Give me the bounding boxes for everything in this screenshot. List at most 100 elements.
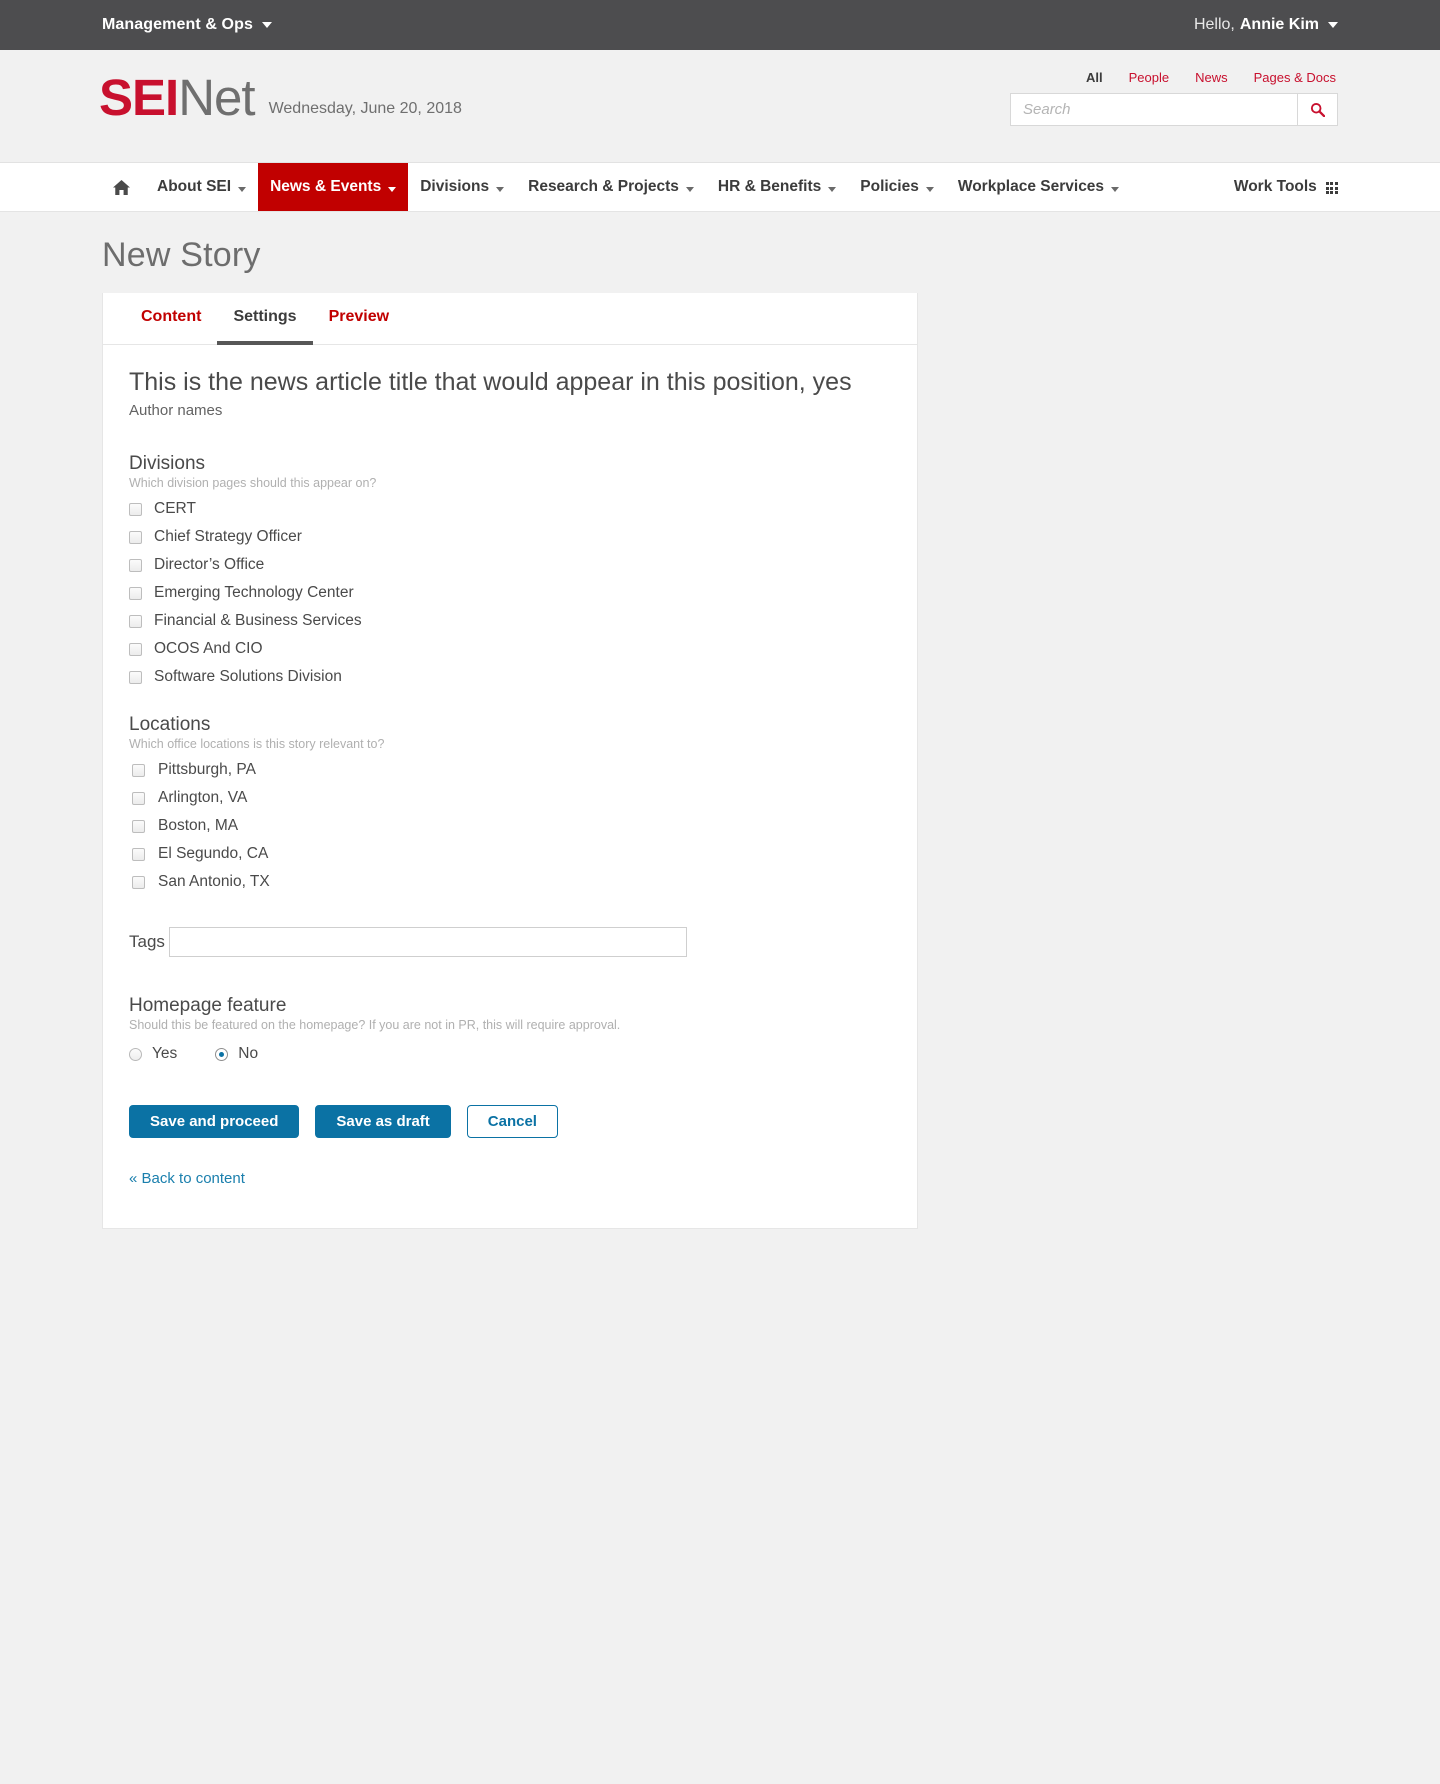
nav-item-hr-benefits[interactable]: HR & Benefits	[706, 163, 848, 211]
site-logo[interactable]: SEINet	[99, 69, 256, 126]
checkbox-icon[interactable]	[132, 819, 145, 833]
checkbox-icon[interactable]	[129, 614, 142, 628]
locations-field-group: Locations Which office locations is this…	[129, 714, 891, 891]
nav-items: About SEI News & Events Divisions Resear…	[102, 163, 1131, 211]
checkbox-icon[interactable]	[132, 763, 145, 777]
checkbox-row-cert[interactable]: CERT	[129, 500, 891, 518]
nav-item-label: Divisions	[420, 178, 490, 195]
caret-down-icon	[261, 22, 272, 28]
work-tools-button[interactable]: Work Tools	[1234, 163, 1338, 211]
search-tab-all[interactable]: All	[1086, 70, 1103, 85]
tab-content[interactable]: Content	[125, 293, 217, 345]
checkbox-icon[interactable]	[132, 875, 145, 889]
user-menu[interactable]: Hello, Annie Kim	[1194, 16, 1338, 34]
work-tools-label: Work Tools	[1233, 178, 1317, 195]
radio-label: Yes	[152, 1045, 178, 1063]
tab-label: Content	[141, 308, 202, 325]
nav-item-news-events[interactable]: News & Events	[258, 163, 409, 211]
checkbox-row-emerging-technology-center[interactable]: Emerging Technology Center	[129, 584, 891, 602]
form-actions: Save and proceed Save as draft Cancel	[129, 1105, 891, 1139]
tab-settings[interactable]: Settings	[217, 293, 313, 345]
checkbox-icon[interactable]	[129, 586, 142, 600]
home-icon	[113, 179, 130, 195]
story-title: This is the news article title that woul…	[129, 368, 852, 396]
back-to-content-link[interactable]: « Back to content	[129, 1170, 245, 1187]
brand-block[interactable]: SEINet Wednesday, June 20, 2018	[99, 72, 462, 123]
checkbox-label: Chief Strategy Officer	[154, 528, 302, 546]
chevron-down-icon	[238, 186, 247, 192]
search-row	[1010, 93, 1338, 126]
tab-preview[interactable]: Preview	[313, 293, 405, 345]
radio-icon-selected[interactable]	[215, 1047, 229, 1061]
checkbox-row-el-segundo-ca[interactable]: El Segundo, CA	[129, 845, 891, 863]
checkbox-label: San Antonio, TX	[158, 873, 270, 891]
checkbox-label: Director’s Office	[154, 556, 265, 574]
checkbox-row-directors-office[interactable]: Director’s Office	[129, 556, 891, 574]
editor-tabs: Content Settings Preview	[103, 293, 917, 345]
page-body: New Story Content Settings Preview This …	[0, 212, 1440, 1784]
utility-bar: Management & Ops Hello, Annie Kim	[0, 0, 1440, 50]
search-tab-pages-docs[interactable]: Pages & Docs	[1254, 70, 1336, 85]
tags-field-group: Tags	[129, 927, 891, 958]
checkbox-row-software-solutions-division[interactable]: Software Solutions Division	[129, 668, 891, 686]
search-submit-button[interactable]	[1297, 93, 1338, 126]
radio-row-no[interactable]: No	[215, 1045, 258, 1063]
checkbox-row-financial-business-services[interactable]: Financial & Business Services	[129, 612, 891, 630]
checkbox-row-boston-ma[interactable]: Boston, MA	[129, 817, 891, 835]
checkbox-label: Pittsburgh, PA	[158, 761, 256, 779]
tab-label: Settings	[233, 308, 297, 325]
homepage-feature-field-group: Homepage feature Should this be featured…	[129, 995, 891, 1063]
locations-label: Locations	[129, 714, 211, 736]
checkbox-icon[interactable]	[132, 791, 145, 805]
current-date: Wednesday, June 20, 2018	[268, 100, 462, 117]
checkbox-label: El Segundo, CA	[158, 845, 269, 863]
save-and-proceed-button[interactable]: Save and proceed	[129, 1105, 300, 1139]
nav-item-policies[interactable]: Policies	[848, 163, 946, 211]
chevron-down-icon	[828, 186, 837, 192]
checkbox-row-san-antonio-tx[interactable]: San Antonio, TX	[129, 873, 891, 891]
greeting-text: Hello,	[1193, 16, 1235, 33]
checkbox-icon[interactable]	[129, 530, 142, 544]
checkbox-icon[interactable]	[132, 847, 145, 861]
search-icon	[1310, 102, 1325, 117]
checkbox-label: Emerging Technology Center	[154, 584, 354, 602]
radio-icon[interactable]	[129, 1047, 142, 1061]
checkbox-label: Arlington, VA	[158, 789, 248, 807]
checkbox-icon[interactable]	[129, 642, 142, 656]
nav-item-label: Policies	[860, 178, 919, 195]
search-tab-people[interactable]: People	[1129, 70, 1169, 85]
homepage-feature-hint: Should this be featured on the homepage?…	[129, 1018, 621, 1033]
divisions-label: Divisions	[129, 453, 206, 475]
checkbox-row-ocos-and-cio[interactable]: OCOS And CIO	[129, 640, 891, 658]
nav-item-workplace-services[interactable]: Workplace Services	[946, 163, 1131, 211]
logo-net-text: Net	[178, 69, 255, 126]
nav-item-research-projects[interactable]: Research & Projects	[516, 163, 706, 211]
user-name-label: Annie Kim	[1239, 16, 1319, 33]
search-input[interactable]	[1010, 93, 1297, 126]
chevron-down-icon	[685, 186, 694, 192]
checkbox-row-pittsburgh-pa[interactable]: Pittsburgh, PA	[129, 761, 891, 779]
checkbox-icon[interactable]	[129, 670, 142, 684]
nav-item-divisions[interactable]: Divisions	[408, 163, 516, 211]
checkbox-label: Financial & Business Services	[154, 612, 362, 630]
tags-input[interactable]	[169, 927, 688, 958]
locations-hint: Which office locations is this story rel…	[129, 737, 385, 752]
checkbox-row-arlington-va[interactable]: Arlington, VA	[129, 789, 891, 807]
checkbox-icon[interactable]	[129, 558, 142, 572]
logo-sei-text: SEI	[99, 69, 179, 126]
story-authors: Author names	[129, 402, 223, 420]
nav-item-label: News & Events	[270, 178, 382, 195]
cancel-button[interactable]: Cancel	[466, 1105, 558, 1139]
nav-item-label: Workplace Services	[957, 178, 1105, 195]
chevron-down-icon	[388, 186, 397, 192]
nav-item-about-sei[interactable]: About SEI	[145, 163, 258, 211]
radio-row-yes[interactable]: Yes	[129, 1045, 177, 1063]
checkbox-icon[interactable]	[129, 502, 142, 516]
story-editor-panel: Content Settings Preview This is the new…	[102, 293, 918, 1230]
search-tab-news[interactable]: News	[1195, 70, 1228, 85]
nav-item-home[interactable]	[102, 163, 145, 211]
org-switcher[interactable]: Management & Ops	[102, 16, 272, 34]
save-as-draft-button[interactable]: Save as draft	[315, 1105, 451, 1139]
checkbox-row-chief-strategy-officer[interactable]: Chief Strategy Officer	[129, 528, 891, 546]
grid-apps-icon	[1325, 181, 1338, 195]
